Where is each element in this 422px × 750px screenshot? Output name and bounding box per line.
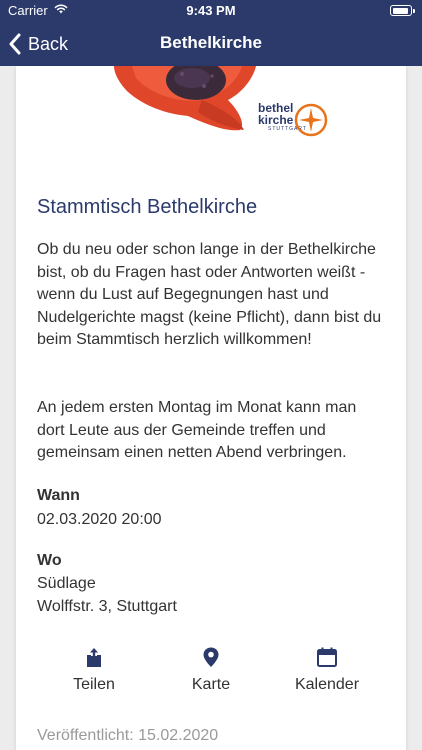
where-line-1: Südlage	[37, 575, 96, 592]
poppy-flower-image	[114, 66, 256, 131]
logo-cross-icon	[294, 103, 328, 137]
calendar-button[interactable]: Kalender	[267, 646, 387, 694]
map-label: Karte	[191, 676, 231, 693]
share-icon	[87, 648, 101, 667]
navigation-bar: Back Bethelkirche	[0, 22, 422, 66]
share-button[interactable]: Teilen	[34, 646, 154, 694]
status-bar: Carrier 9:43 PM	[0, 0, 422, 22]
header-bar: Carrier 9:43 PM Back Bethelkirche	[0, 0, 422, 66]
published-date: Veröffentlicht: 15.02.2020	[37, 727, 219, 744]
event-description-2: An jedem ersten Montag im Monat kann man…	[37, 399, 357, 461]
calendar-icon	[317, 647, 337, 667]
share-label: Teilen	[73, 676, 115, 693]
map-button[interactable]: Karte	[151, 646, 271, 694]
when-label: Wann	[37, 487, 80, 504]
event-title: Stammtisch Bethelkirche	[37, 196, 258, 218]
event-card: bethel kirche STUTTGART Stammtisch Bethe…	[16, 66, 406, 750]
where-label: Wo	[37, 552, 62, 569]
clock: 9:43 PM	[186, 3, 236, 18]
when-value: 02.03.2020 20:00	[37, 511, 162, 528]
where-line-2: Wolffstr. 3, Stuttgart	[37, 598, 177, 615]
battery-icon	[390, 5, 415, 16]
bethelkirche-logo: bethel kirche STUTTGART	[258, 102, 328, 137]
page-title: Bethelkirche	[159, 33, 263, 52]
action-bar: Teilen Karte Kalender	[16, 646, 406, 706]
map-pin-icon	[203, 647, 219, 667]
calendar-label: Kalender	[294, 676, 360, 693]
event-description: Ob du neu oder schon lange in der Bethel…	[37, 241, 382, 348]
event-image: bethel kirche STUTTGART	[16, 66, 406, 146]
